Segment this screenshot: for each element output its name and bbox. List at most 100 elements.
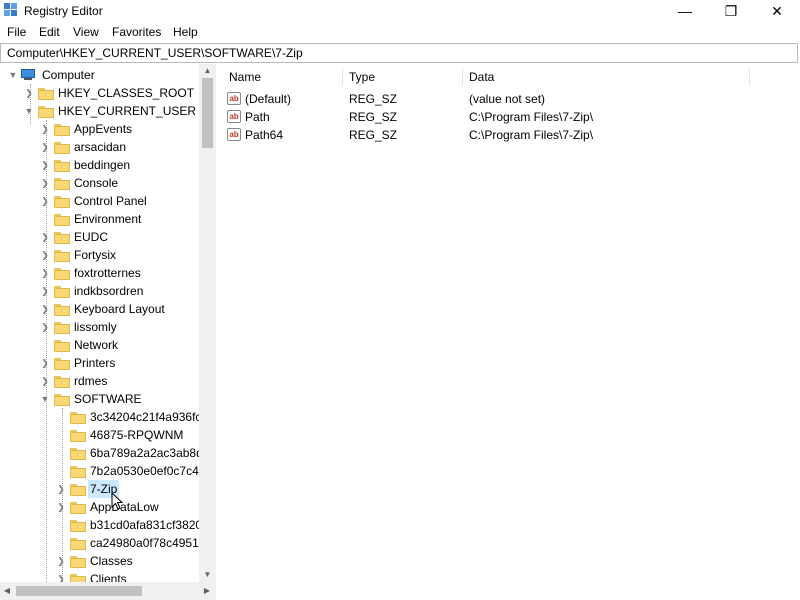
value-data: C:\Program Files\7-Zip\ xyxy=(469,110,594,124)
computer-icon xyxy=(20,69,36,81)
scroll-up-icon[interactable]: ▲ xyxy=(199,64,216,78)
folder-icon xyxy=(70,520,86,532)
column-header-type[interactable]: Type xyxy=(349,64,375,88)
folder-icon xyxy=(54,214,70,226)
column-divider[interactable] xyxy=(749,68,750,86)
folder-icon xyxy=(54,178,70,190)
menu-file[interactable]: File xyxy=(7,25,26,39)
tree-item-label: EUDC xyxy=(74,230,109,244)
tree-item-label: 7b2a0530e0ef0c7c4d xyxy=(90,464,206,478)
tree-item-label: Fortysix xyxy=(74,248,116,262)
chevron-right-icon[interactable]: ❯ xyxy=(40,156,50,174)
column-header-name[interactable]: Name xyxy=(229,64,261,88)
folder-icon xyxy=(54,286,70,298)
tree-item-label: lissomly xyxy=(74,320,117,334)
scroll-thumb[interactable] xyxy=(16,586,142,596)
tree-item-label: Printers xyxy=(74,356,116,370)
chevron-down-icon[interactable]: ▼ xyxy=(40,390,50,408)
title-bar: Registry Editor — ❐ ✕ xyxy=(0,0,800,22)
tree-item-label: foxtrotternes xyxy=(74,266,141,280)
chevron-right-icon[interactable]: ❯ xyxy=(40,318,50,336)
chevron-right-icon[interactable]: ❯ xyxy=(40,354,50,372)
value-type: REG_SZ xyxy=(349,128,398,142)
chevron-right-icon[interactable]: ❯ xyxy=(40,228,50,246)
menu-help[interactable]: Help xyxy=(173,25,198,39)
tree-item-label: SOFTWARE xyxy=(74,392,142,406)
string-value-icon: ab xyxy=(227,110,241,123)
folder-icon xyxy=(54,268,70,280)
registry-editor-icon xyxy=(4,3,18,17)
tree-item-label: 3c34204c21f4a936fc3 xyxy=(90,410,209,424)
menu-edit[interactable]: Edit xyxy=(39,25,60,39)
chevron-right-icon[interactable]: ❯ xyxy=(40,300,50,318)
value-row[interactable]: ab (Default) REG_SZ (value not set) xyxy=(221,90,761,108)
tree-horizontal-scrollbar[interactable]: ◀ ▶ xyxy=(0,582,216,600)
tree-item-label: Classes xyxy=(90,554,133,568)
string-value-icon: ab xyxy=(227,92,241,105)
tree-vertical-scrollbar[interactable]: ▲ ▼ xyxy=(199,64,216,582)
tree-item-label: arsacidan xyxy=(74,140,127,154)
menu-favorites[interactable]: Favorites xyxy=(112,25,161,39)
menu-view[interactable]: View xyxy=(73,25,99,39)
chevron-right-icon[interactable]: ❯ xyxy=(40,192,50,210)
chevron-right-icon[interactable]: ❯ xyxy=(40,264,50,282)
folder-icon xyxy=(54,394,70,406)
folder-icon xyxy=(54,304,70,316)
tree-item-label: Keyboard Layout xyxy=(74,302,165,316)
value-list[interactable]: Name Type Data ab (Default) REG_SZ (valu… xyxy=(221,64,800,600)
close-button[interactable]: ✕ xyxy=(754,0,800,22)
tree-item-label: Control Panel xyxy=(74,194,147,208)
tree-item-label: ca24980a0f78c4951e xyxy=(90,536,206,550)
tree-item-label: Computer xyxy=(42,68,95,82)
tree-item-label: Environment xyxy=(74,212,142,226)
scroll-down-icon[interactable]: ▼ xyxy=(199,568,216,582)
folder-icon xyxy=(54,232,70,244)
chevron-down-icon[interactable]: ▼ xyxy=(24,102,34,120)
value-row[interactable]: ab Path REG_SZ C:\Program Files\7-Zip\ xyxy=(221,108,761,126)
chevron-down-icon[interactable]: ▼ xyxy=(8,66,18,84)
tree-item-label: indkbsordren xyxy=(74,284,144,298)
chevron-right-icon[interactable]: ❯ xyxy=(40,138,50,156)
address-bar[interactable]: Computer\HKEY_CURRENT_USER\SOFTWARE\7-Zi… xyxy=(0,43,798,63)
column-divider[interactable] xyxy=(342,68,343,86)
folder-icon xyxy=(70,412,86,424)
folder-icon xyxy=(54,322,70,334)
tree-item-label: HKEY_CLASSES_ROOT xyxy=(58,86,195,100)
folder-icon xyxy=(54,124,70,136)
string-value-icon: ab xyxy=(227,128,241,141)
value-row[interactable]: ab Path64 REG_SZ C:\Program Files\7-Zip\ xyxy=(221,126,761,144)
folder-icon xyxy=(70,556,86,568)
column-divider[interactable] xyxy=(462,68,463,86)
column-header-data[interactable]: Data xyxy=(469,64,494,88)
folder-icon xyxy=(54,142,70,154)
menu-bar: File Edit View Favorites Help xyxy=(0,22,800,42)
chevron-right-icon[interactable]: ❯ xyxy=(40,120,50,138)
tree-item-label: rdmes xyxy=(74,374,108,388)
chevron-right-icon[interactable]: ❯ xyxy=(40,282,50,300)
value-data: C:\Program Files\7-Zip\ xyxy=(469,128,594,142)
chevron-right-icon[interactable]: ❯ xyxy=(56,552,66,570)
tree-item-label: Network xyxy=(74,338,119,352)
folder-icon xyxy=(54,340,70,352)
key-tree[interactable]: ▼ Computer ❯ HKEY_CLASSES_ROOT ▼ HKEY_CU… xyxy=(0,64,217,600)
maximize-button[interactable]: ❐ xyxy=(708,0,754,22)
scroll-right-icon[interactable]: ▶ xyxy=(200,582,214,600)
scroll-thumb[interactable] xyxy=(202,78,213,148)
chevron-right-icon[interactable]: ❯ xyxy=(56,498,66,516)
folder-icon xyxy=(54,376,70,388)
scroll-left-icon[interactable]: ◀ xyxy=(0,582,14,600)
chevron-right-icon[interactable]: ❯ xyxy=(24,84,34,102)
tree-item-label: 46875-RPQWNM xyxy=(90,428,184,442)
chevron-right-icon[interactable]: ❯ xyxy=(56,480,66,498)
address-path[interactable]: Computer\HKEY_CURRENT_USER\SOFTWARE\7-Zi… xyxy=(7,46,303,60)
tree-item-label: 6ba789a2a2ac3ab8dc xyxy=(90,446,209,460)
minimize-button[interactable]: — xyxy=(662,0,708,22)
folder-icon xyxy=(38,88,54,100)
folder-icon xyxy=(70,502,86,514)
folder-icon xyxy=(54,160,70,172)
chevron-right-icon[interactable]: ❯ xyxy=(40,174,50,192)
chevron-right-icon[interactable]: ❯ xyxy=(40,246,50,264)
tree-item-label: b31cd0afa831cf3820 xyxy=(90,518,203,532)
folder-icon xyxy=(54,358,70,370)
chevron-right-icon[interactable]: ❯ xyxy=(40,372,50,390)
